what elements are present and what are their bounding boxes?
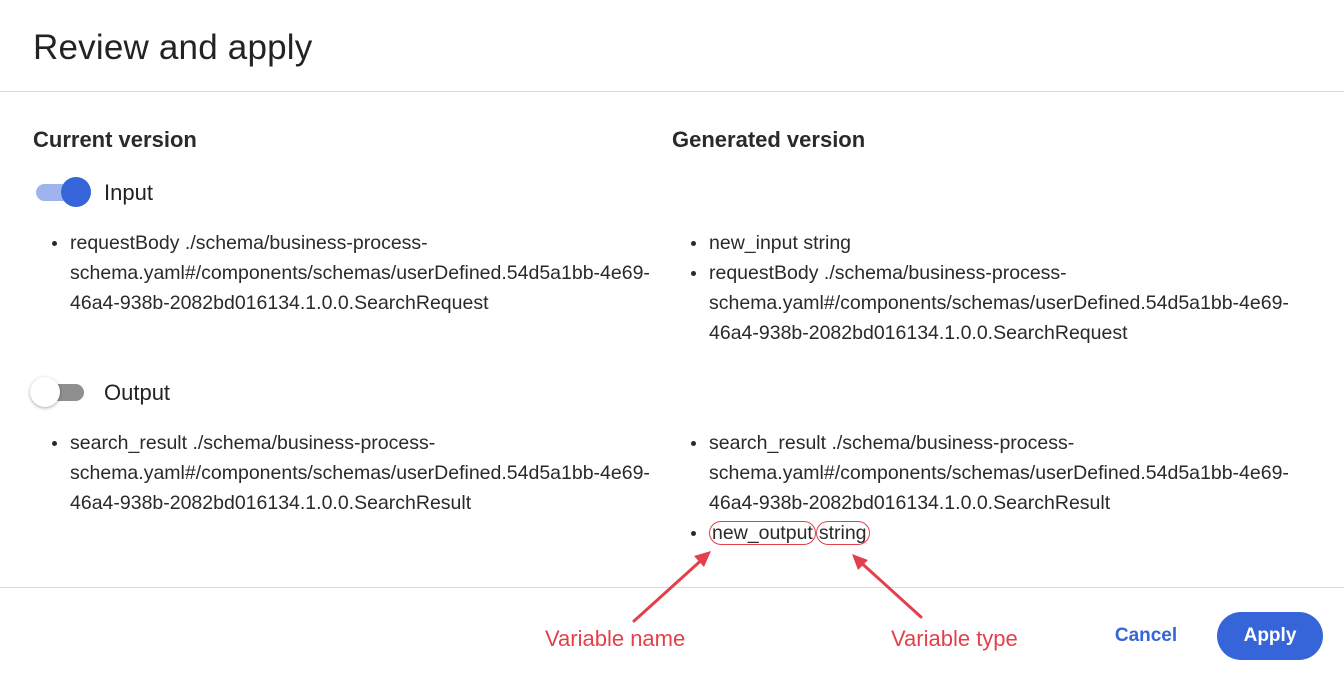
cancel-button[interactable]: Cancel (1104, 620, 1188, 652)
variable-type-annotation: Variable type (891, 626, 1018, 651)
variable-name-annotation: Variable name (545, 626, 686, 651)
annotation-arrows (632, 551, 923, 623)
variable-name-arrow (632, 554, 708, 623)
variable-type-arrow (855, 557, 923, 619)
apply-button[interactable]: Apply (1217, 612, 1323, 660)
